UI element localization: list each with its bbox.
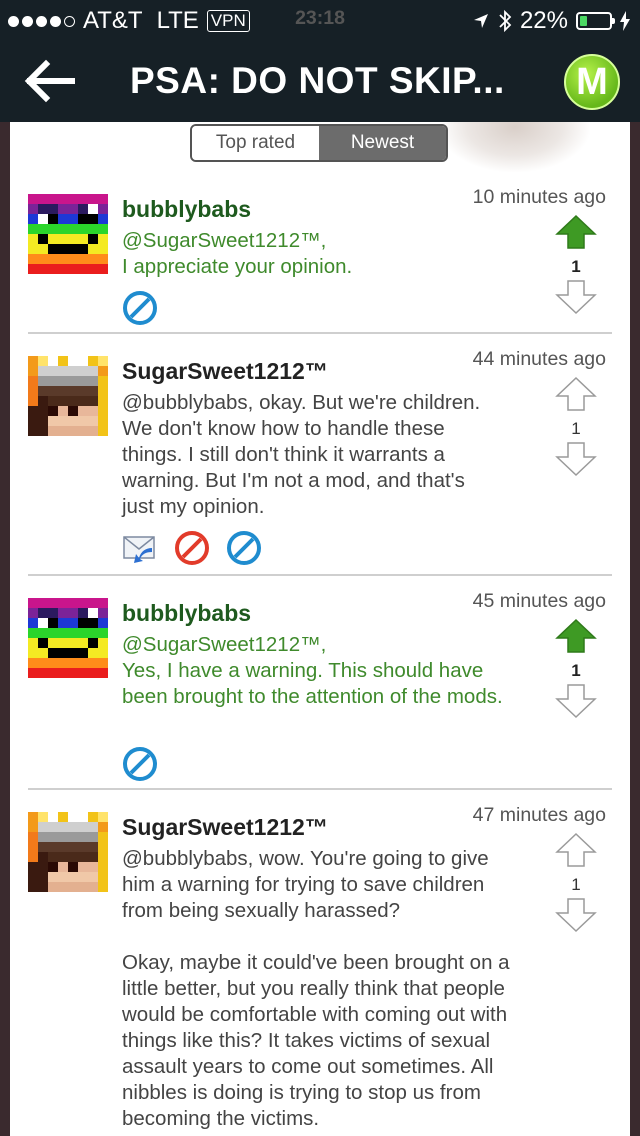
comment-paragraph: @bubblybabs, wow. You're going to give h… (122, 847, 489, 922)
battery-icon (576, 12, 615, 30)
comment-text: @bubblybabs, wow. You're going to give h… (122, 846, 522, 1132)
tab-newest[interactable]: Newest (319, 126, 446, 160)
downvote-arrow-icon[interactable] (554, 897, 598, 933)
ignore-user-icon[interactable] (226, 530, 262, 566)
avatar[interactable] (28, 356, 108, 436)
upvote-arrow-icon[interactable] (554, 832, 598, 868)
comment-item: bubblybabs @SugarSweet1212™, I appreciat… (28, 186, 612, 334)
status-bar: AT&T LTE VPN 23:18 22% (0, 0, 640, 40)
comment-item: SugarSweet1212™ @bubblybabs, okay. But w… (28, 348, 612, 566)
comment-divider (28, 574, 612, 576)
upvote-arrow-icon[interactable] (554, 376, 598, 412)
comments-panel: Top rated Newest bubblybabs @SugarSweet1… (10, 122, 630, 1136)
vote-control: 1 (554, 618, 598, 724)
comment-timestamp: 10 minutes ago (472, 186, 606, 208)
comment-username[interactable]: bubblybabs (122, 194, 502, 224)
comment-username[interactable]: bubblybabs (122, 598, 512, 628)
back-arrow-icon (24, 59, 75, 103)
upvote-arrow-icon[interactable] (554, 214, 598, 250)
comment-divider (28, 332, 612, 334)
tab-top-rated[interactable]: Top rated (192, 126, 319, 160)
comment-divider (28, 788, 612, 790)
comment-item: SugarSweet1212™ @bubblybabs, wow. You're… (28, 804, 612, 1136)
avatar[interactable] (28, 598, 108, 678)
nav-bar: PSA: DO NOT SKIP... M (0, 40, 640, 122)
comment-timestamp: 47 minutes ago (472, 804, 606, 826)
sort-segmented-control: Top rated Newest (190, 124, 448, 162)
page-title: PSA: DO NOT SKIP... (130, 60, 505, 101)
vote-count: 1 (571, 257, 581, 276)
comment-paragraph: @bubblybabs, okay. But we're children. W… (122, 391, 481, 518)
downvote-arrow-icon[interactable] (554, 279, 598, 315)
location-arrow-icon (473, 14, 488, 28)
downvote-arrow-icon[interactable] (554, 441, 598, 477)
ignore-user-icon[interactable] (122, 290, 158, 326)
comment-username[interactable]: SugarSweet1212™ (122, 812, 522, 842)
back-button[interactable] (22, 56, 78, 106)
vote-count: 1 (571, 875, 581, 894)
comment-username[interactable]: SugarSweet1212™ (122, 356, 502, 386)
bluetooth-icon (499, 9, 512, 33)
battery-percent: 22% (519, 7, 568, 34)
app-logo[interactable]: M (564, 54, 620, 110)
ignore-user-icon[interactable] (122, 746, 158, 782)
comment-paragraph: Okay, maybe it could've been brought on … (122, 951, 510, 1130)
comment-item: bubblybabs @SugarSweet1212™, Yes, I have… (28, 590, 612, 788)
report-icon[interactable] (174, 530, 210, 566)
vote-control: 1 (554, 214, 598, 320)
avatar[interactable] (28, 194, 108, 274)
charging-bolt-icon (620, 11, 630, 31)
background-image (440, 122, 590, 172)
reply-mail-icon[interactable] (122, 530, 158, 566)
vote-control: 1 (554, 376, 598, 482)
downvote-arrow-icon[interactable] (554, 683, 598, 719)
comment-text: @SugarSweet1212™, Yes, I have a warning.… (122, 632, 512, 710)
vote-count: 1 (571, 661, 581, 680)
comment-paragraph: @SugarSweet1212™, I appreciate your opin… (122, 229, 353, 278)
comment-text: @SugarSweet1212™, I appreciate your opin… (122, 228, 502, 280)
comment-paragraph: @SugarSweet1212™, Yes, I have a warning.… (122, 633, 503, 708)
vote-count: 1 (571, 419, 581, 438)
comment-timestamp: 44 minutes ago (472, 348, 606, 370)
comment-text: @bubblybabs, okay. But we're children. W… (122, 390, 502, 520)
vote-control: 1 (554, 832, 598, 938)
comment-timestamp: 45 minutes ago (472, 590, 606, 612)
upvote-arrow-icon[interactable] (554, 618, 598, 654)
avatar[interactable] (28, 812, 108, 892)
